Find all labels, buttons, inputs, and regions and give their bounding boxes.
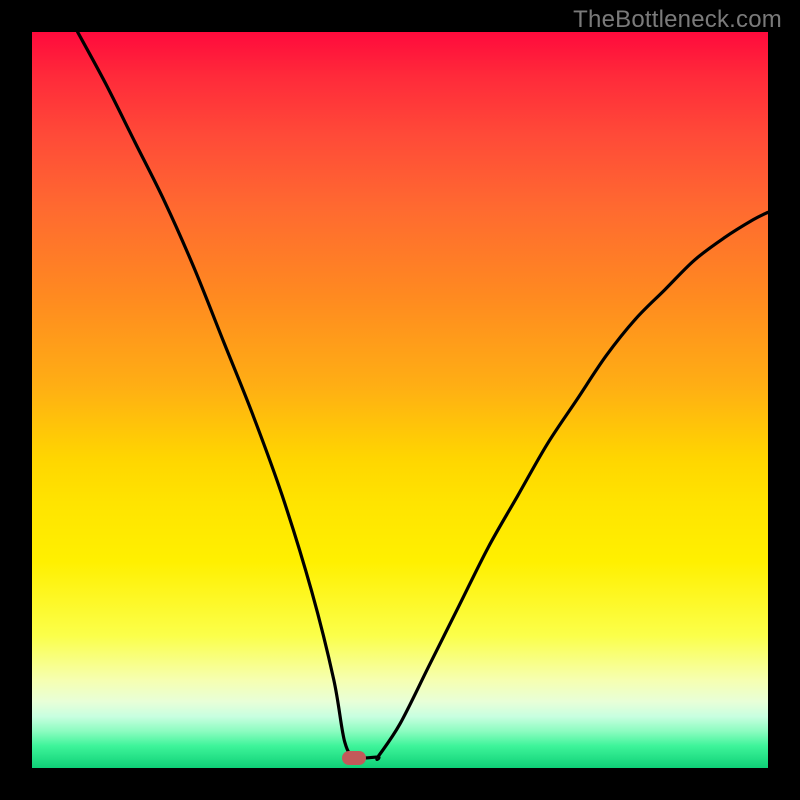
- bottleneck-curve: [32, 32, 768, 768]
- watermark-text: TheBottleneck.com: [573, 6, 782, 34]
- chart-frame: TheBottleneck.com: [0, 0, 800, 800]
- plot-area: [32, 32, 768, 768]
- min-marker-pill: [342, 751, 366, 765]
